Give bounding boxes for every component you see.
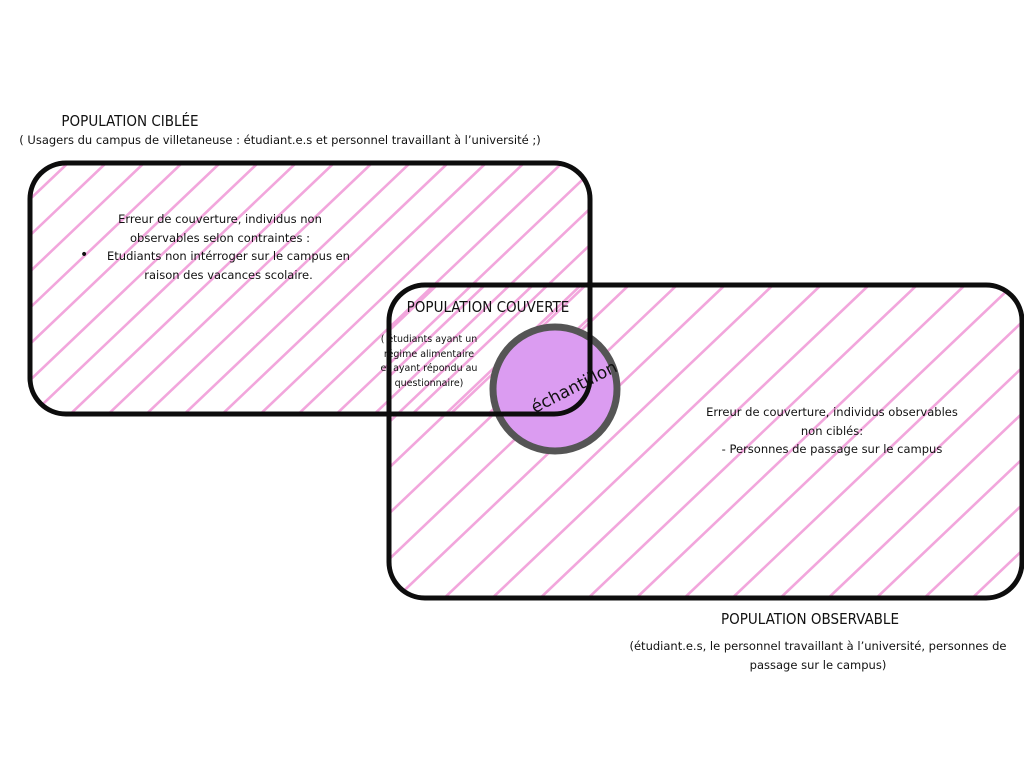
observable-population-title: POPULATION OBSERVABLE xyxy=(721,610,899,628)
observable-hatch-line xyxy=(389,285,679,598)
targeted-population-title: POPULATION CIBLÉE xyxy=(61,112,199,130)
bullet-icon: • xyxy=(80,247,89,263)
observable-hatch-line xyxy=(389,285,535,598)
targeted-hatch-line xyxy=(31,163,298,414)
targeted-coverage-error-heading: Erreur de couverture, individus non obse… xyxy=(118,212,322,245)
observable-hatch-line xyxy=(971,285,1022,598)
targeted-coverage-error-text: Etudiants non intérroger sur le campus e… xyxy=(107,249,350,282)
targeted-population-subtitle: ( Usagers du campus de villetaneuse : ét… xyxy=(19,133,541,147)
covered-population-title: POPULATION COUVERTE xyxy=(406,298,570,316)
observable-coverage-error-heading: Erreur de couverture, individus observab… xyxy=(706,405,958,438)
targeted-hatch-line xyxy=(145,163,412,414)
targeted-hatch-line xyxy=(30,163,32,414)
targeted-hatch-line xyxy=(69,163,336,414)
targeted-hatch-line xyxy=(30,163,184,414)
observable-coverage-error-item: - Personnes de passage sur le campus xyxy=(721,442,943,456)
targeted-hatch-line xyxy=(107,163,374,414)
covered-population-description: ( étudiants ayant un régime alimentaire … xyxy=(380,334,478,389)
observable-population-subtitle: (étudiant.e.s, le personnel travaillant … xyxy=(629,639,1007,672)
targeted-coverage-error-item: • Etudiants non intérroger sur le campus… xyxy=(80,247,355,284)
targeted-hatch-line xyxy=(30,163,260,414)
observable-hatch-line xyxy=(389,285,391,598)
targeted-hatch-line xyxy=(602,163,866,414)
observable-hatch-line xyxy=(389,285,487,598)
